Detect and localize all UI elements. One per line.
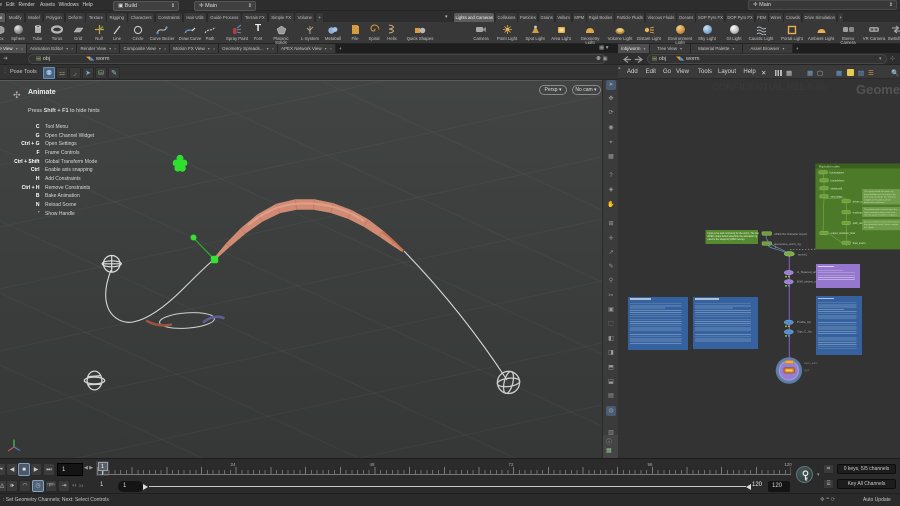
- svg-text:Rig build nodes: Rig build nodes: [819, 165, 840, 169]
- svg-text:geometry and binds the deforme: geometry and binds the deformer: [864, 196, 896, 199]
- svg-text:This graph builds the worm rig: This graph builds the worm rig: [864, 190, 894, 193]
- svg-text:used in the viewport (APEX sce: used in the viewport (APEX scene).: [708, 238, 746, 241]
- svg-text:Key up controls to tune stretc: Key up controls to tune stretching of: [864, 220, 899, 223]
- svg-text:worm_anim: worm_anim: [804, 361, 817, 365]
- svg-text:output_skeleton_final: output_skeleton_final: [831, 231, 856, 235]
- svg-text:APEX fbx character import: APEX fbx character import: [774, 232, 807, 236]
- svg-text:The motion path controls drive: The motion path controls drive the: [864, 208, 898, 211]
- svg-text:Profile_Up: Profile_Up: [797, 320, 811, 324]
- svg-text:Sqrt_C_Up: Sqrt_C_Up: [797, 330, 812, 334]
- svg-text:the parametric bind. Values ou: the parametric bind. Values outside: [864, 223, 899, 226]
- svg-text:0-1 clamp.: 0-1 clamp.: [864, 227, 875, 229]
- svg-text:weights to the path controls: weights to the path controls: [864, 198, 892, 201]
- svg-text:bonedeform: bonedeform: [831, 179, 845, 183]
- svg-text:worm1: worm1: [798, 252, 807, 256]
- svg-text:before the evaluation.: before the evaluation.: [864, 201, 885, 204]
- svg-text:apexscene_worm_rig: apexscene_worm_rig: [774, 242, 801, 246]
- svg-text:skeletonfk: skeletonfk: [831, 186, 843, 190]
- svg-text:Use the green handles to adjus: Use the green handles to adjust it.: [864, 214, 898, 217]
- svg-text:bonecapture: bonecapture: [830, 171, 845, 175]
- svg-text:final_eval ⏵: final_eval ⏵: [853, 241, 867, 245]
- svg-text:procedurally from the input cu: procedurally from the input curve: [864, 193, 897, 196]
- svg-text:worm animation along the curve: worm animation along the curve.: [864, 211, 896, 214]
- svg-text:OUT: OUT: [804, 369, 810, 373]
- svg-text:secondary: secondary: [831, 194, 844, 198]
